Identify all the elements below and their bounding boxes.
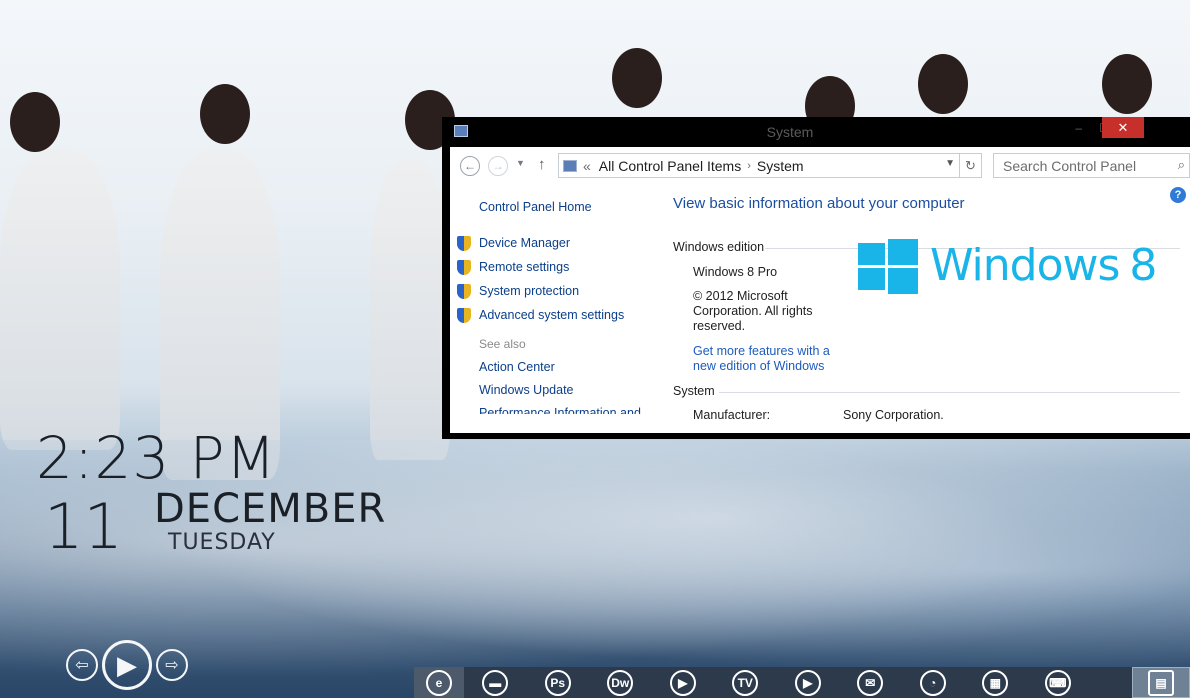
control-panel-icon [563,159,577,172]
breadcrumb-all-items[interactable]: All Control Panel Items [599,158,741,174]
taskbar-messaging[interactable]: ✉ [839,667,902,698]
arrow-left-icon: ⇦ [75,657,89,674]
system-header: System [673,384,715,398]
breadcrumb-system[interactable]: System [757,158,804,174]
arrow-left-icon: ← [464,159,476,173]
apps-icon: ▦ [982,669,1009,696]
taskbar-internet-explorer[interactable]: e [414,667,464,698]
play-icon: ▶ [669,669,696,696]
remote-settings-link[interactable]: Remote settings [479,260,569,274]
arrow-right-icon: → [492,159,504,173]
clock-weekday: TUESDAY [168,530,276,555]
breadcrumb-separator[interactable]: › [747,160,751,172]
address-bar[interactable]: « All Control Panel Items › System ▼ ↻ [558,153,982,178]
clock-day: 11 [44,490,123,563]
windows-flag-icon [858,237,918,294]
arrow-right-icon: ⇨ [165,657,179,674]
taskbar-rss[interactable]: ◔ [902,667,965,698]
copyright-line-1: © 2012 Microsoft [693,289,788,303]
page-title: View basic information about your comput… [673,195,965,212]
windows-logo-version: 8 [1129,239,1157,291]
play-button[interactable]: ▶ [102,640,152,690]
up-button[interactable]: ↑ [538,156,546,173]
taskbar-tv[interactable]: TV [714,667,777,698]
performance-information-link[interactable]: Performance Information and [479,406,641,414]
help-button[interactable]: ? [1170,187,1186,203]
shield-icon [457,260,471,275]
search-placeholder: Search Control Panel [1003,157,1137,174]
play-icon: ▶ [117,649,137,680]
rss-icon: ◔ [919,669,946,696]
navigation-bar: ← → ▼ ↑ « All Control Panel Items › Syst… [450,147,1190,185]
taskbar-control-panel[interactable]: ▤ [1132,667,1190,698]
windows-update-link[interactable]: Windows Update [479,383,574,397]
windows-edition-header: Windows edition [673,240,765,254]
chat-icon: ✉ [857,669,884,696]
windows-8-logo: Windows 8 [858,237,1157,294]
device-manager-link[interactable]: Device Manager [479,236,570,250]
address-dropdown-icon[interactable]: ▼ [945,158,955,169]
edition-name: Windows 8 Pro [693,265,778,279]
youtube-icon: ▶ [794,669,821,696]
clock-month: DECEMBER [154,486,387,532]
shield-icon [457,284,471,299]
photoshop-icon: Ps [544,669,571,696]
search-input[interactable]: Search Control Panel ⌕ [993,153,1190,178]
minimize-button[interactable]: – [1075,121,1082,135]
media-controls: ⇦ ▶ ⇨ [66,640,188,690]
window-client: ← → ▼ ↑ « All Control Panel Items › Syst… [450,147,1190,433]
dreamweaver-icon: Dw [607,669,634,696]
action-center-link[interactable]: Action Center [479,360,555,374]
folder-icon: ▬ [482,669,509,696]
taskbar-dreamweaver[interactable]: Dw [589,667,652,698]
previous-track-button[interactable]: ⇦ [66,649,98,681]
next-track-button[interactable]: ⇨ [156,649,188,681]
copyright-line-2: Corporation. All rights [693,304,813,318]
recent-locations-chevron-icon[interactable]: ▼ [516,158,525,168]
get-more-features-link-line-1[interactable]: Get more features with a [693,344,830,359]
refresh-button[interactable]: ↻ [959,154,981,177]
close-button[interactable]: ✕ [1102,117,1144,138]
get-more-features-link-line-2[interactable]: new edition of Windows [693,359,824,374]
windows-logo-text: Windows [930,239,1120,291]
address-overflow-chevron[interactable]: « [583,158,591,174]
shield-icon [457,308,471,323]
taskbar-media-player[interactable]: ▶ [652,667,715,698]
control-panel-icon: ▤ [1148,669,1174,696]
copyright-line-3: reserved. [693,319,746,333]
taskbar-keyboard[interactable]: ⌨ [1027,667,1090,698]
see-also-label: See also [479,337,526,351]
window-titlebar[interactable]: System – ☐ ✕ [442,117,1190,147]
system-protection-link[interactable]: System protection [479,284,579,298]
taskbar-youtube[interactable]: ▶ [777,667,840,698]
clock-time: 2:23 PM [36,424,277,492]
tv-icon: TV [732,669,759,696]
taskbar: e ▬ Ps Dw ▶ TV ▶ ✉ ◔ ▦ ⌨ ▤ [414,667,1190,698]
taskbar-apps[interactable]: ▦ [964,667,1027,698]
shield-icon [457,236,471,251]
forward-button[interactable]: → [488,156,508,176]
advanced-system-settings-link[interactable]: Advanced system settings [479,308,624,322]
taskbar-file-explorer[interactable]: ▬ [464,667,527,698]
back-button[interactable]: ← [460,156,480,176]
keyboard-icon: ⌨ [1044,669,1071,696]
manufacturer-value: Sony Corporation. [843,408,944,422]
control-panel-home-link[interactable]: Control Panel Home [479,200,592,214]
manufacturer-label: Manufacturer: [693,408,771,422]
search-icon[interactable]: ⌕ [1178,157,1185,173]
taskbar-photoshop[interactable]: Ps [527,667,590,698]
system-window: System – ☐ ✕ ← → ▼ ↑ « All Control Panel… [442,117,1190,439]
internet-explorer-icon: e [426,669,452,696]
